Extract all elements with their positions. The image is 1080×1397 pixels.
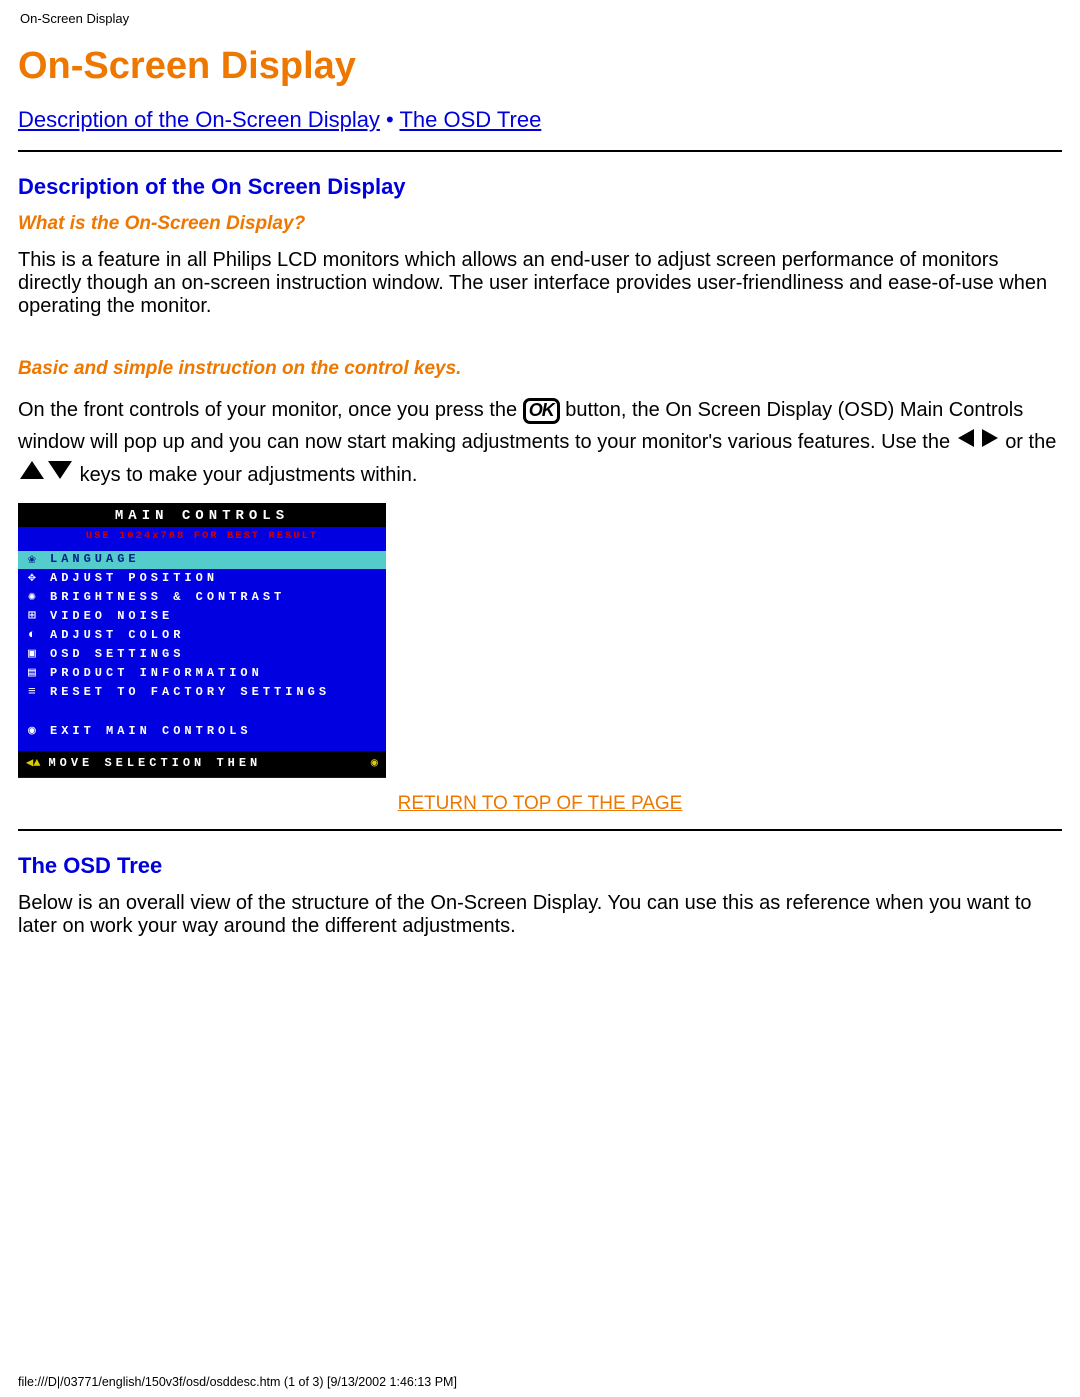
osd-panel: MAIN CONTROLS USE 1024x768 FOR BEST RESU… xyxy=(18,503,386,777)
color-icon: ◐ xyxy=(28,628,50,643)
text-fragment: On the front controls of your monitor, o… xyxy=(18,399,523,421)
ok-button-icon: OK xyxy=(523,398,560,424)
return-link-wrap: RETURN TO TOP OF THE PAGE xyxy=(18,792,1062,815)
divider xyxy=(18,150,1062,152)
footer-path: file:///D|/03771/english/150v3f/osd/osdd… xyxy=(18,1375,457,1389)
osd-item-adjust-position[interactable]: ✥ ADJUST POSITION xyxy=(18,569,386,588)
osd-item-exit[interactable]: ◉ EXIT MAIN CONTROLS xyxy=(18,722,386,741)
left-right-arrows-icon xyxy=(956,427,1000,459)
osd-item-label: ADJUST COLOR xyxy=(50,629,184,643)
paragraph-what-is: This is a feature in all Philips LCD mon… xyxy=(18,249,1062,318)
paragraph-instruction: On the front controls of your monitor, o… xyxy=(18,394,1062,491)
osd-footer-text: MOVE SELECTION THEN xyxy=(48,757,261,771)
subheading-instruction: Basic and simple instruction on the cont… xyxy=(18,358,1062,380)
osd-item-label: BRIGHTNESS & CONTRAST xyxy=(50,591,285,605)
move-arrows-icon: ◀▲ xyxy=(26,757,40,771)
osd-item-osd-settings[interactable]: ▣ OSD SETTINGS xyxy=(18,645,386,664)
position-icon: ✥ xyxy=(28,571,50,586)
osd-item-video-noise[interactable]: ⊞ VIDEO NOISE xyxy=(18,607,386,626)
osd-item-label: EXIT MAIN CONTROLS xyxy=(50,725,252,739)
link-description[interactable]: Description of the On-Screen Display xyxy=(18,107,380,132)
brightness-icon: ✺ xyxy=(28,590,50,605)
link-osd-tree[interactable]: The OSD Tree xyxy=(399,107,541,132)
section-heading-osd-tree: The OSD Tree xyxy=(18,853,1062,878)
noise-icon: ⊞ xyxy=(28,609,50,624)
osd-item-product-info[interactable]: ▤ PRODUCT INFORMATION xyxy=(18,664,386,683)
osd-subtitle: USE 1024x768 FOR BEST RESULT xyxy=(18,527,386,550)
section-heading-description: Description of the On Screen Display xyxy=(18,174,1062,199)
osd-footer: ◀▲ MOVE SELECTION THEN ◉ xyxy=(18,751,386,777)
osd-item-language[interactable]: ❀ LANGUAGE xyxy=(18,551,386,570)
osd-item-label: LANGUAGE xyxy=(50,553,140,567)
language-icon: ❀ xyxy=(28,553,50,568)
top-nav-links: Description of the On-Screen Display • T… xyxy=(18,107,1062,132)
osd-item-label: RESET TO FACTORY SETTINGS xyxy=(50,686,330,700)
confirm-icon: ◉ xyxy=(371,757,378,771)
divider xyxy=(18,829,1062,831)
osd-item-adjust-color[interactable]: ◐ ADJUST COLOR xyxy=(18,626,386,645)
osd-item-label: OSD SETTINGS xyxy=(50,648,184,662)
nav-separator: • xyxy=(380,107,400,132)
exit-icon: ◉ xyxy=(28,724,50,739)
text-fragment: or the xyxy=(1005,431,1056,453)
reset-icon: ≡ xyxy=(28,685,50,700)
osd-gap xyxy=(18,741,386,751)
osd-item-brightness[interactable]: ✺ BRIGHTNESS & CONTRAST xyxy=(18,588,386,607)
osd-title: MAIN CONTROLS xyxy=(18,503,386,527)
osd-item-label: PRODUCT INFORMATION xyxy=(50,667,263,681)
info-icon: ▤ xyxy=(28,666,50,681)
osd-item-label: ADJUST POSITION xyxy=(50,572,218,586)
osd-gap xyxy=(18,702,386,722)
osd-item-label: VIDEO NOISE xyxy=(50,610,173,624)
osd-item-reset[interactable]: ≡ RESET TO FACTORY SETTINGS xyxy=(18,683,386,702)
subheading-what-is: What is the On-Screen Display? xyxy=(18,213,1062,235)
paragraph-osd-tree: Below is an overall view of the structur… xyxy=(18,892,1062,938)
up-down-arrows-icon xyxy=(18,459,74,491)
return-to-top-link[interactable]: RETURN TO TOP OF THE PAGE xyxy=(398,793,683,814)
header-small: On-Screen Display xyxy=(20,12,1062,27)
settings-icon: ▣ xyxy=(28,647,50,662)
page-title: On-Screen Display xyxy=(18,45,1062,89)
text-fragment: keys to make your adjustments within. xyxy=(80,464,418,486)
